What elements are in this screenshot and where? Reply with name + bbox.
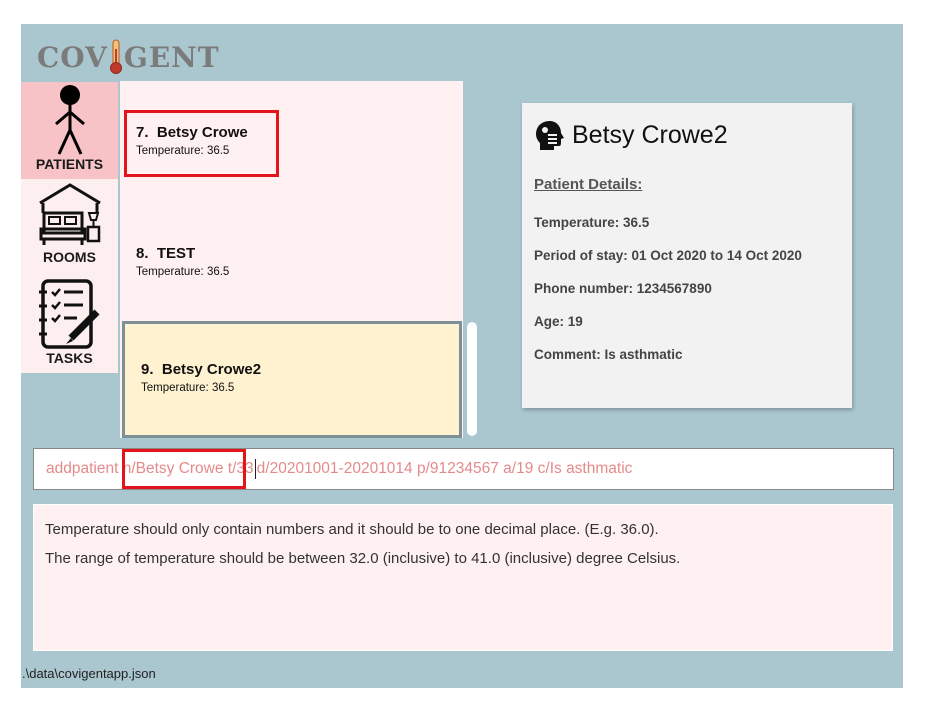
detail-period: Period of stay: 01 Oct 2020 to 14 Oct 20… (534, 248, 802, 263)
command-text-before-caret: addpatient n/Betsy Crowe t/33 (46, 460, 254, 477)
nav-patients-label: PATIENTS (35, 156, 104, 172)
nav-rooms[interactable]: ROOMS (21, 179, 118, 276)
patient-list[interactable]: 7. Betsy Crowe Temperature: 36.5 8. TEST… (120, 81, 463, 438)
patient-card[interactable]: 8. TEST Temperature: 36.5 (120, 245, 463, 315)
command-text-after-caret: d/20201001-20201014 p/91234567 a/19 c/Is… (256, 460, 633, 477)
patient-head-icon (536, 121, 564, 150)
patient-card-name: 7. Betsy Crowe (136, 124, 248, 141)
status-bar-file-path: .\data\covigentapp.json (22, 666, 156, 681)
patient-list-scrollbar[interactable] (467, 322, 477, 436)
text-caret (254, 459, 256, 479)
result-display: Temperature should only contain numbers … (33, 504, 893, 651)
patient-card-name: 8. TEST (136, 245, 196, 262)
detail-age: Age: 19 (534, 314, 583, 329)
patient-detail-panel: Betsy Crowe2 Patient Details: Temperatur… (522, 103, 852, 408)
detail-name: Betsy Crowe2 (572, 120, 728, 149)
command-input[interactable]: addpatient n/Betsy Crowe t/33 d/20201001… (33, 448, 894, 490)
patient-card[interactable]: 7. Betsy Crowe Temperature: 36.5 (120, 124, 463, 194)
detail-phone: Phone number: 1234567890 (534, 281, 712, 296)
detail-comment: Comment: Is asthmatic (534, 347, 683, 362)
status-bar: .\data\covigentapp.json (21, 662, 903, 688)
patient-card-temperature: Temperature: 36.5 (136, 266, 230, 278)
checklist-icon (38, 279, 99, 349)
patient-card-selected[interactable]: 9. Betsy Crowe2 Temperature: 36.5 (122, 321, 462, 438)
logo-text-right: GENT (123, 40, 220, 74)
patient-card-temperature: Temperature: 36.5 (136, 145, 230, 157)
nav-tasks-label: TASKS (46, 350, 93, 366)
logo-text-left: COV (37, 40, 108, 74)
detail-section-heading: Patient Details: (534, 176, 643, 193)
patient-card-temperature: Temperature: 36.5 (141, 382, 235, 394)
nav-patients[interactable]: PATIENTS (21, 82, 118, 179)
person-icon (54, 85, 85, 155)
result-line-1: Temperature should only contain numbers … (45, 521, 659, 538)
patient-card-name: 9. Betsy Crowe2 (141, 361, 262, 378)
bed-room-icon (38, 183, 101, 245)
nav-rooms-label: ROOMS (43, 249, 96, 265)
app-logo: COV GENT (37, 38, 220, 76)
thermometer-icon (109, 39, 123, 75)
detail-temperature: Temperature: 36.5 (534, 215, 650, 230)
detail-title: Betsy Crowe2 (534, 119, 840, 151)
nav-tasks[interactable]: TASKS (21, 276, 118, 373)
result-line-2: The range of temperature should be betwe… (45, 550, 681, 567)
app-window: COV GENT PATIENTS ROOMS TASKS 7. Betsy C… (21, 24, 903, 688)
